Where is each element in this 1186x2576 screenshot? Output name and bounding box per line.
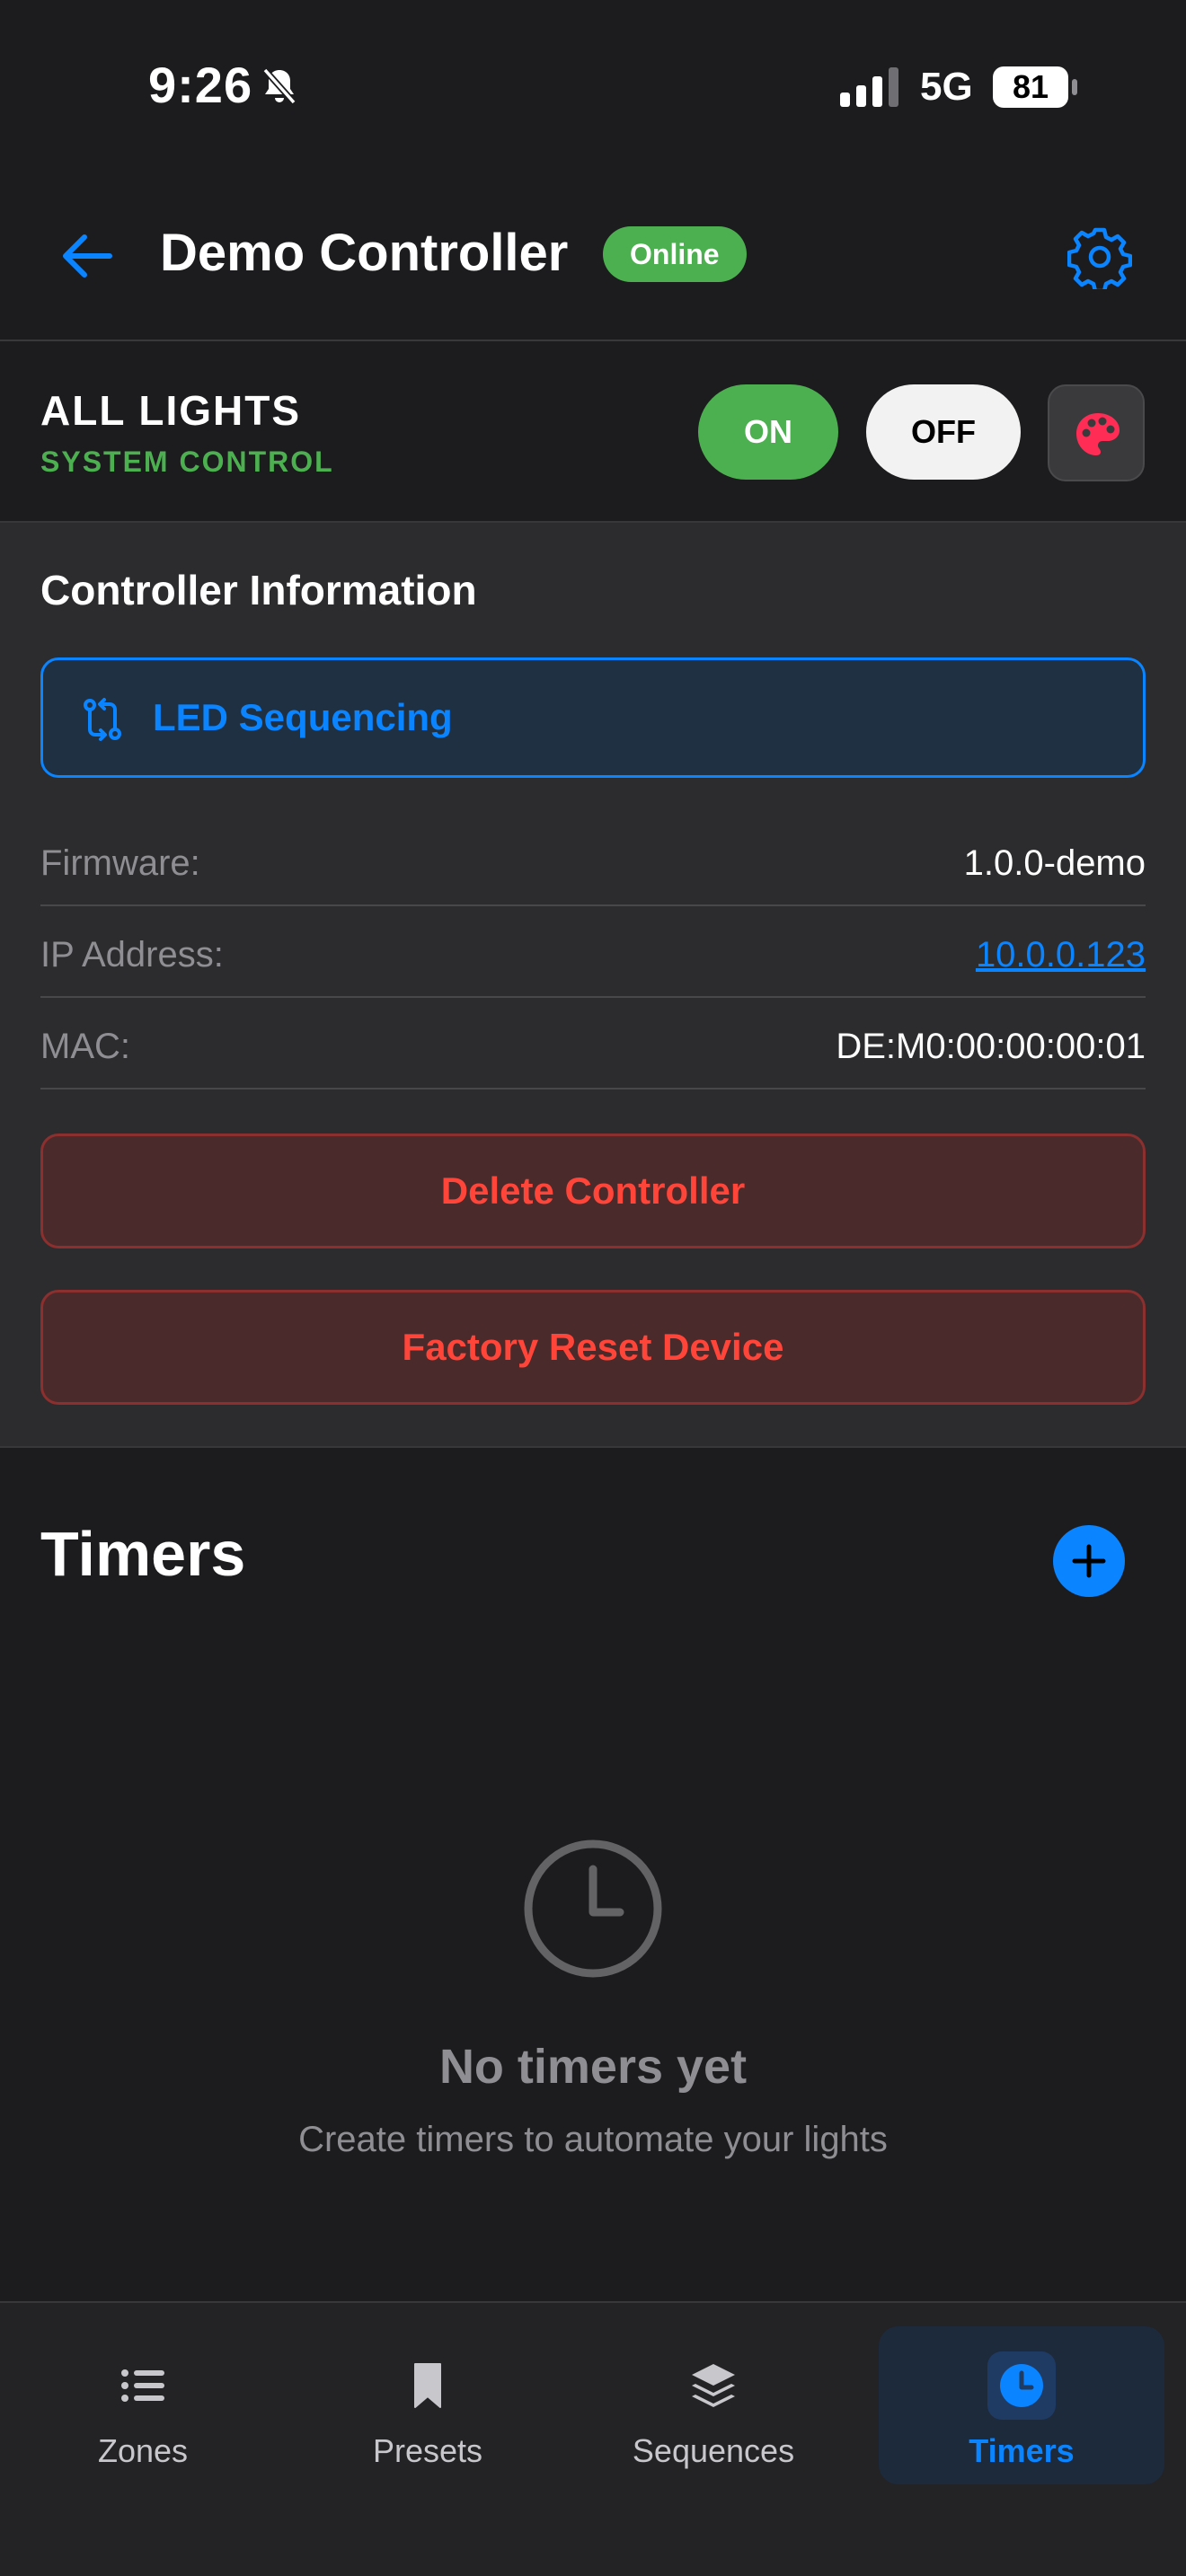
status-bar: 9:26 5G 81 (0, 0, 1186, 171)
status-badge: Online (603, 226, 747, 282)
color-palette-button[interactable] (1048, 384, 1145, 481)
tab-presets-label: Presets (372, 2432, 483, 2469)
all-lights-bar: ALL LIGHTS SYSTEM CONTROL ON OFF (0, 341, 1186, 523)
mac-row: MAC: DE:M0:00:00:00:01 (40, 998, 1146, 1090)
controller-info-card: Controller Information LED Sequencing Fi… (0, 523, 1186, 1448)
ip-address-label: IP Address: (40, 935, 224, 975)
empty-state-title: No timers yet (438, 2040, 748, 2094)
palette-icon (1076, 413, 1120, 455)
sequence-arrows-icon (84, 698, 121, 741)
tab-zones[interactable]: Zones (0, 2326, 286, 2484)
clock-icon (1000, 2364, 1043, 2407)
delete-controller-button[interactable]: Delete Controller (40, 1134, 1146, 1248)
ip-address-row: IP Address: 10.0.0.123 (40, 906, 1146, 998)
timers-title: Timers (40, 1519, 246, 1589)
all-off-button[interactable]: OFF (866, 384, 1021, 480)
all-on-button[interactable]: ON (698, 384, 838, 480)
led-sequencing-button[interactable]: LED Sequencing (40, 657, 1146, 778)
all-lights-title: ALL LIGHTS (40, 387, 302, 434)
mac-label: MAC: (40, 1027, 130, 1066)
firmware-value: 1.0.0-demo (963, 843, 1146, 883)
layers-icon (692, 2364, 735, 2407)
clock-icon (524, 1839, 662, 1978)
list-icon (121, 2369, 164, 2402)
page-title: Demo Controller (160, 224, 569, 282)
signal-icon (840, 67, 898, 107)
network-type: 5G (920, 65, 973, 109)
tab-presets[interactable]: Presets (285, 2326, 571, 2484)
status-time: 9:26 (148, 57, 253, 113)
header: Demo Controller Online (0, 171, 1186, 341)
battery-icon: 81 (993, 66, 1077, 108)
tab-bar: Zones Presets Sequences Timers (0, 2301, 1186, 2576)
firmware-row: Firmware: 1.0.0-demo (40, 815, 1146, 906)
plus-icon (1072, 1544, 1106, 1578)
battery-level: 81 (993, 66, 1068, 108)
firmware-label: Firmware: (40, 843, 200, 883)
gear-icon[interactable] (1067, 225, 1132, 289)
mac-value: DE:M0:00:00:00:01 (836, 1027, 1146, 1066)
bell-slash-icon (262, 67, 296, 105)
tab-sequences-label: Sequences (632, 2432, 795, 2469)
all-lights-subtitle: SYSTEM CONTROL (40, 446, 334, 478)
ip-address-link[interactable]: 10.0.0.123 (976, 935, 1146, 975)
bookmark-icon (414, 2363, 441, 2408)
factory-reset-button[interactable]: Factory Reset Device (40, 1290, 1146, 1405)
empty-state-subtitle: Create timers to automate your lights (298, 2120, 888, 2159)
tab-timers-label: Timers (969, 2432, 1075, 2469)
tab-timers[interactable]: Timers (879, 2326, 1164, 2484)
controller-info-title: Controller Information (40, 567, 477, 613)
tab-zones-label: Zones (97, 2432, 189, 2469)
add-timer-button[interactable] (1053, 1525, 1125, 1597)
tab-sequences[interactable]: Sequences (571, 2326, 856, 2484)
led-sequencing-label: LED Sequencing (153, 696, 453, 738)
back-arrow-icon[interactable] (56, 225, 119, 287)
